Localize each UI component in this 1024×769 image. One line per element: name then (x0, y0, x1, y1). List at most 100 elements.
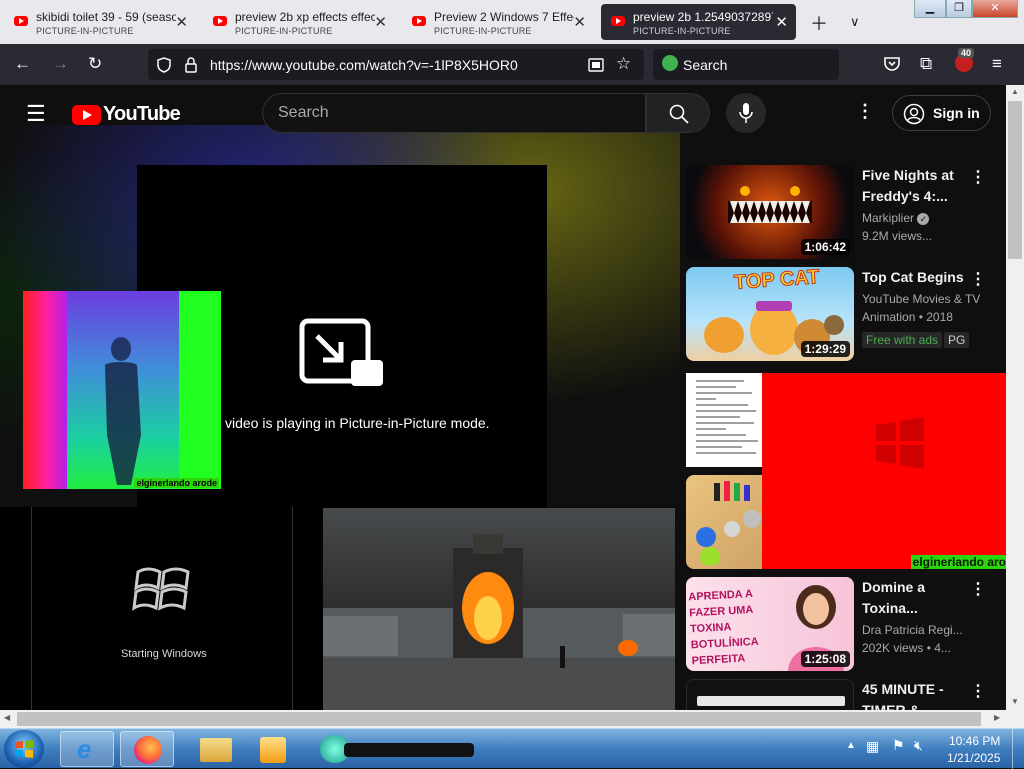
thumb-overlay-text: APRENDA A FAZER UMA TOXINA BOTULÍNICA PE… (688, 588, 759, 668)
rec-channel[interactable]: Dra Patricia Regi... (862, 621, 963, 639)
redacted-label (344, 743, 474, 757)
channel-name: Markiplier (862, 211, 915, 225)
start-button[interactable] (4, 730, 44, 768)
lock-icon[interactable] (184, 57, 198, 73)
close-window-button[interactable]: ✕ (972, 0, 1018, 18)
forward-icon[interactable]: → (52, 54, 69, 74)
clock-date[interactable]: 1/21/2025 (947, 751, 1000, 765)
volume-muted-icon[interactable]: 🔇︎ (914, 737, 923, 754)
verified-check-icon: ✓ (917, 213, 930, 225)
rec-more-options-icon[interactable]: ⋮ (970, 167, 986, 187)
search-button[interactable] (646, 93, 710, 133)
maximize-button[interactable]: ❐ (946, 0, 972, 18)
tab-title: preview 2b 1.2549037289797 (633, 10, 773, 24)
topcat-logo-text: TOP CAT (733, 267, 821, 294)
youtube-favicon-icon (412, 16, 426, 26)
taskbar-internet-explorer[interactable]: e (60, 731, 114, 767)
tab-title: skibidi toilet 39 - 59 (season (36, 10, 176, 24)
scroll-down-arrow-icon[interactable]: ▼ (1011, 697, 1019, 706)
youtube-favicon-icon (611, 16, 625, 26)
extensions-puzzle-icon[interactable]: ⧉ (920, 54, 932, 74)
sign-in-button[interactable]: Sign in (892, 95, 991, 131)
tab-title: Preview 2 Windows 7 Effec (434, 10, 574, 24)
browser-tab-2[interactable]: preview 2b xp effects effect PICTURE-IN-… (203, 4, 395, 40)
tab-subtitle: PICTURE-IN-PICTURE (235, 26, 333, 36)
fire-scene-window[interactable] (323, 508, 675, 710)
close-tab-icon[interactable]: ✕ (374, 13, 387, 31)
address-bar[interactable]: https://www.youtube.com/watch?v=-1lP8X5H… (148, 49, 644, 80)
back-icon[interactable]: ← (14, 54, 31, 74)
horizontal-scrollbar[interactable]: ◀ ▶ (0, 710, 1024, 728)
rec-title[interactable]: Five Nights at Freddy's 4:... (862, 165, 972, 207)
scroll-left-arrow-icon[interactable]: ◀ (4, 713, 10, 722)
rec-channel[interactable]: Markiplier ✓ (862, 209, 930, 227)
search-engine-icon[interactable] (662, 55, 678, 71)
taskbar-explorer[interactable] (190, 731, 244, 767)
bookmark-star-icon[interactable]: ☆ (616, 54, 631, 74)
search-bar[interactable]: Search (653, 49, 839, 80)
pocket-icon[interactable] (883, 56, 901, 72)
tab-list-chevron-icon[interactable]: ∨ (850, 14, 860, 30)
windows-boot-logo-icon (132, 567, 190, 611)
folder-icon (200, 738, 232, 762)
close-tab-icon[interactable]: ✕ (775, 13, 788, 31)
rec-more-options-icon[interactable]: ⋮ (970, 681, 986, 701)
taskbar-redacted-app[interactable] (320, 733, 474, 763)
vertical-scrollbar[interactable]: ▲ ▼ (1006, 85, 1024, 710)
youtube-logo-text: YouTube (103, 103, 181, 125)
scroll-up-arrow-icon[interactable]: ▲ (1011, 87, 1019, 96)
rec-title[interactable]: Top Cat Begins (862, 267, 982, 288)
windows-logo-icon (15, 740, 33, 758)
scroll-right-arrow-icon[interactable]: ▶ (994, 713, 1000, 722)
vertical-scroll-thumb[interactable] (1008, 101, 1022, 259)
rec-thumbnail-fnaf[interactable]: 1:06:42 (686, 165, 854, 259)
rec-thumbnail-timer[interactable] (686, 679, 854, 710)
search-bar-placeholder: Search (683, 57, 728, 73)
rec-title[interactable]: 45 MINUTE - TIMER &... (862, 679, 972, 710)
rec-thumbnail-toxina[interactable]: APRENDA A FAZER UMA TOXINA BOTULÍNICA PE… (686, 577, 854, 671)
rec-title[interactable]: Domine a Toxina... (862, 577, 972, 619)
shield-icon[interactable] (156, 57, 172, 73)
new-tab-icon[interactable]: ＋ (810, 10, 828, 36)
browser-tab-3[interactable]: Preview 2 Windows 7 Effec PICTURE-IN-PIC… (402, 4, 594, 40)
video-duration: 1:29:29 (800, 341, 850, 357)
rec-more-options-icon[interactable]: ⋮ (970, 579, 986, 599)
red-overlay-window[interactable]: elginerlando arode (762, 373, 1024, 569)
person-silhouette-art (105, 337, 141, 485)
windows-taskbar: e ▲ ▦ ⚑ 🔇︎ 10:46 PM 1/21/2025 (0, 728, 1024, 769)
taskbar-firefox[interactable] (120, 731, 174, 767)
rec-channel[interactable]: YouTube Movies & TV (862, 290, 980, 308)
taskbar-media-player[interactable] (246, 731, 300, 767)
starting-windows-window[interactable]: Starting Windows (0, 507, 323, 710)
clock-time[interactable]: 10:46 PM (949, 734, 1000, 748)
action-center-flag-icon[interactable]: ⚑ (892, 737, 905, 754)
menu-hamburger-icon[interactable]: ≡ (992, 54, 1002, 74)
tab-subtitle: PICTURE-IN-PICTURE (633, 26, 731, 36)
show-desktop-button[interactable] (1012, 729, 1024, 769)
browser-tab-4-active[interactable]: preview 2b 1.2549037289797 PICTURE-IN-PI… (601, 4, 796, 40)
reload-icon[interactable]: ↻ (88, 54, 102, 74)
horizontal-scroll-thumb[interactable] (17, 712, 981, 726)
sign-in-label: Sign in (933, 105, 980, 121)
pip-window-rainbow[interactable]: elginerlando arode (23, 291, 221, 489)
guide-menu-icon[interactable]: ☰ (26, 101, 46, 127)
close-tab-icon[interactable]: ✕ (573, 13, 586, 31)
voice-search-button[interactable] (726, 93, 766, 133)
tab-bar: skibidi toilet 39 - 59 (season PICTURE-I… (0, 0, 1024, 44)
network-icon[interactable]: ▦ (866, 738, 879, 755)
settings-kebab-icon[interactable]: ⋮ (856, 101, 874, 122)
video-duration: 1:25:08 (800, 651, 850, 667)
pip-watermark: elginerlando arode (134, 478, 219, 488)
rec-more-options-icon[interactable]: ⋮ (970, 269, 986, 289)
browser-tab-1[interactable]: skibidi toilet 39 - 59 (season PICTURE-I… (4, 4, 196, 40)
url-text: https://www.youtube.com/watch?v=-1lP8X5H… (210, 57, 518, 73)
rec-thumbnail-topcat[interactable]: TOP CAT 1:29:29 (686, 267, 854, 361)
internet-explorer-icon: e (77, 734, 92, 764)
youtube-search-input[interactable]: Search (262, 93, 646, 133)
colored-balls-art (696, 481, 761, 565)
show-hidden-icons-icon[interactable]: ▲ (846, 740, 856, 751)
minimize-button[interactable]: ▁ (914, 0, 946, 18)
close-tab-icon[interactable]: ✕ (175, 13, 188, 31)
reader-view-icon[interactable] (588, 57, 604, 73)
window-border (31, 507, 32, 710)
